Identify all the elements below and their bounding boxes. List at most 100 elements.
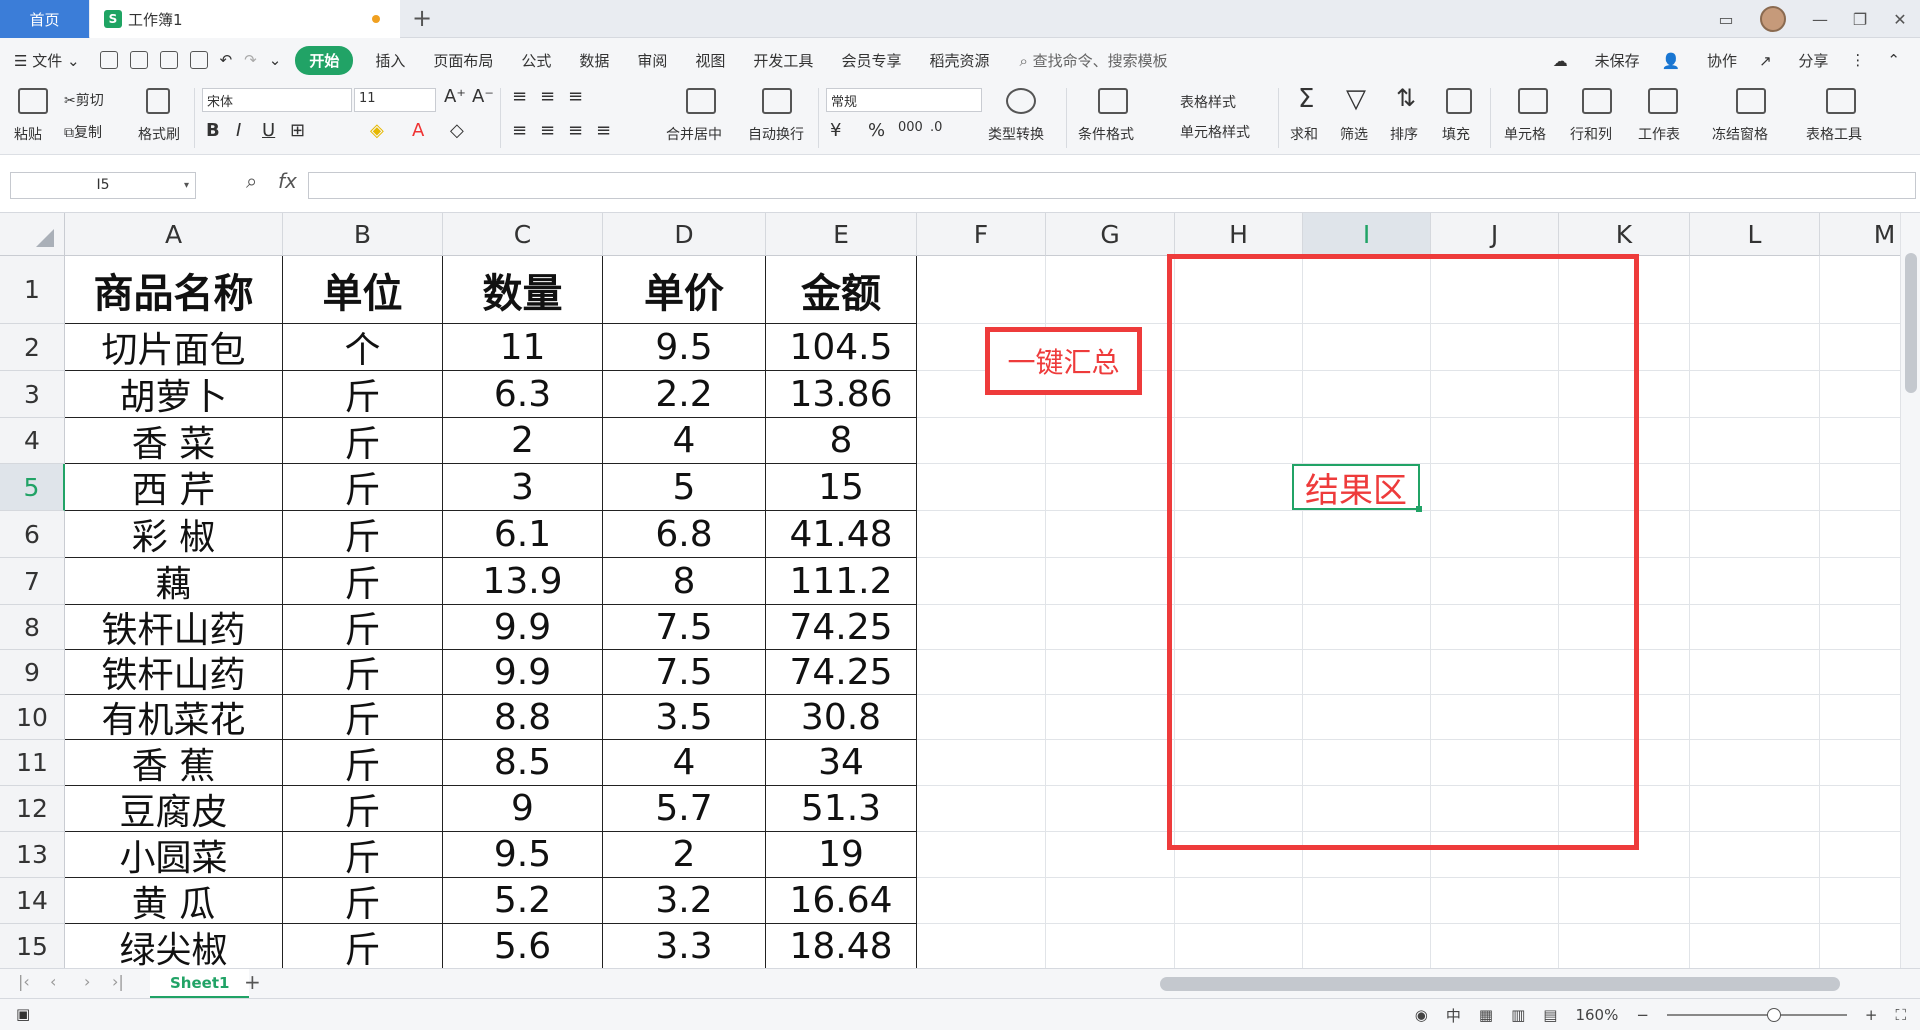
- table-cell[interactable]: 51.3: [766, 786, 917, 832]
- export-pdf-icon[interactable]: [129, 51, 148, 69]
- table-cell[interactable]: 34: [766, 740, 917, 786]
- row-header-3[interactable]: 3: [0, 371, 65, 418]
- row-header-8[interactable]: 8: [0, 605, 65, 650]
- next-sheet-icon[interactable]: ›: [84, 972, 90, 991]
- table-cell[interactable]: 8.5: [443, 740, 603, 786]
- table-cell[interactable]: 绿尖椒: [65, 924, 283, 968]
- table-cell[interactable]: 13.86: [766, 371, 917, 418]
- page-layout-view-icon[interactable]: ▤: [1543, 1006, 1557, 1024]
- table-cell[interactable]: 斤: [283, 832, 443, 878]
- table-cell[interactable]: 6.3: [443, 371, 603, 418]
- align-left-icon[interactable]: ≡: [512, 120, 527, 141]
- table-cell[interactable]: 斤: [283, 740, 443, 786]
- border-icon[interactable]: ⊞: [290, 120, 305, 141]
- table-cell[interactable]: 5.6: [443, 924, 603, 968]
- table-cell[interactable]: 8: [603, 558, 766, 605]
- zoom-out-icon[interactable]: −: [1636, 1006, 1649, 1024]
- prev-sheet-icon[interactable]: ‹: [50, 972, 56, 991]
- table-cell[interactable]: 斤: [283, 695, 443, 740]
- currency-icon[interactable]: ¥: [830, 120, 841, 141]
- cell-icon[interactable]: [1518, 88, 1548, 114]
- worksheet-icon[interactable]: [1648, 88, 1678, 114]
- customize-icon[interactable]: ⌄: [269, 51, 282, 69]
- menu-item-page-layout[interactable]: 页面布局: [433, 50, 493, 71]
- column-header-e[interactable]: E: [766, 213, 917, 256]
- number-format-select[interactable]: 常规: [826, 88, 982, 112]
- italic-icon[interactable]: I: [236, 120, 241, 141]
- tab-document[interactable]: S 工作簿1: [90, 0, 400, 38]
- table-cell[interactable]: 有机菜花: [65, 695, 283, 740]
- table-cell[interactable]: 斤: [283, 878, 443, 924]
- fullscreen-icon[interactable]: ⛶: [1895, 1006, 1906, 1024]
- file-menu[interactable]: ☰ 文件 ⌄: [14, 50, 80, 71]
- function-icon[interactable]: fx: [278, 169, 297, 193]
- row-header-12[interactable]: 12: [0, 786, 65, 832]
- language-icon[interactable]: 中: [1446, 1005, 1461, 1026]
- table-cell[interactable]: 豆腐皮: [65, 786, 283, 832]
- sort-icon[interactable]: ⇅: [1396, 84, 1416, 112]
- table-cell[interactable]: 6.1: [443, 511, 603, 558]
- row-header-10[interactable]: 10: [0, 695, 65, 740]
- wrap-text-icon[interactable]: [762, 88, 792, 114]
- page-break-view-icon[interactable]: ▥: [1511, 1006, 1525, 1024]
- print-preview-icon[interactable]: [189, 51, 208, 69]
- zoom-in-icon[interactable]: +: [1865, 1006, 1878, 1024]
- menu-item-developer[interactable]: 开发工具: [753, 50, 813, 71]
- minimize-button[interactable]: —: [1800, 10, 1840, 29]
- cell-style-button[interactable]: 单元格样式: [1180, 122, 1250, 142]
- column-header-i[interactable]: I: [1303, 213, 1431, 256]
- table-cell[interactable]: 2: [603, 832, 766, 878]
- table-cell[interactable]: 斤: [283, 558, 443, 605]
- table-tools-icon[interactable]: [1826, 88, 1856, 114]
- restore-button[interactable]: ❐: [1840, 10, 1880, 29]
- table-cell[interactable]: 2: [443, 418, 603, 464]
- font-family-select[interactable]: 宋体: [202, 88, 352, 112]
- first-sheet-icon[interactable]: |‹: [18, 972, 30, 991]
- table-cell[interactable]: 4: [603, 418, 766, 464]
- sort-button[interactable]: 排序: [1390, 124, 1418, 144]
- type-convert-icon[interactable]: [1006, 88, 1036, 114]
- cell-button[interactable]: 单元格: [1504, 124, 1546, 144]
- table-cell[interactable]: 18.48: [766, 924, 917, 968]
- table-cell[interactable]: 香 菜: [65, 418, 283, 464]
- table-cell[interactable]: 74.25: [766, 605, 917, 650]
- fill-button[interactable]: 填充: [1442, 124, 1470, 144]
- zoom-slider-knob[interactable]: [1766, 1008, 1781, 1022]
- cut-button[interactable]: ✂剪切: [64, 90, 104, 110]
- column-header-l[interactable]: L: [1690, 213, 1820, 256]
- row-header-5[interactable]: 5: [0, 464, 65, 511]
- fill-color-icon[interactable]: ◈: [370, 120, 384, 141]
- table-cell[interactable]: 斤: [283, 371, 443, 418]
- table-cell[interactable]: 16.64: [766, 878, 917, 924]
- table-cell[interactable]: 铁杆山药: [65, 605, 283, 650]
- table-cell[interactable]: 3.2: [603, 878, 766, 924]
- merge-center-button[interactable]: 合并居中: [666, 124, 722, 144]
- wrap-text-button[interactable]: 自动换行: [748, 124, 804, 144]
- column-header-h[interactable]: H: [1175, 213, 1303, 256]
- table-cell[interactable]: 9.9: [443, 605, 603, 650]
- row-header-7[interactable]: 7: [0, 558, 65, 605]
- table-cell[interactable]: 斤: [283, 605, 443, 650]
- zoom-slider[interactable]: [1666, 1008, 1847, 1022]
- eye-protection-icon[interactable]: ◉: [1415, 1006, 1428, 1024]
- command-search[interactable]: ⌕ 查找命令、搜索模板: [1019, 50, 1167, 71]
- table-cell[interactable]: 9.9: [443, 650, 603, 695]
- table-cell[interactable]: 104.5: [766, 324, 917, 371]
- summary-button[interactable]: 一键汇总: [985, 327, 1142, 395]
- table-cell[interactable]: 铁杆山药: [65, 650, 283, 695]
- table-cell[interactable]: 藕: [65, 558, 283, 605]
- table-cell[interactable]: 41.48: [766, 511, 917, 558]
- table-cell[interactable]: 胡萝卜: [65, 371, 283, 418]
- column-header-a[interactable]: A: [65, 213, 283, 256]
- share-button[interactable]: ↗ 分享: [1759, 50, 1828, 71]
- tab-home[interactable]: 首页: [0, 0, 89, 38]
- table-cell[interactable]: 5.2: [443, 878, 603, 924]
- table-cell[interactable]: 2.2: [603, 371, 766, 418]
- table-style-button[interactable]: 表格样式: [1180, 92, 1236, 112]
- fill-icon[interactable]: [1446, 88, 1472, 114]
- sheet-tab[interactable]: Sheet1: [150, 969, 250, 999]
- format-painter-button[interactable]: 格式刷: [138, 124, 180, 144]
- bold-icon[interactable]: B: [206, 120, 220, 141]
- align-top-icon[interactable]: ≡: [512, 86, 527, 107]
- font-size-select[interactable]: 11: [354, 88, 436, 112]
